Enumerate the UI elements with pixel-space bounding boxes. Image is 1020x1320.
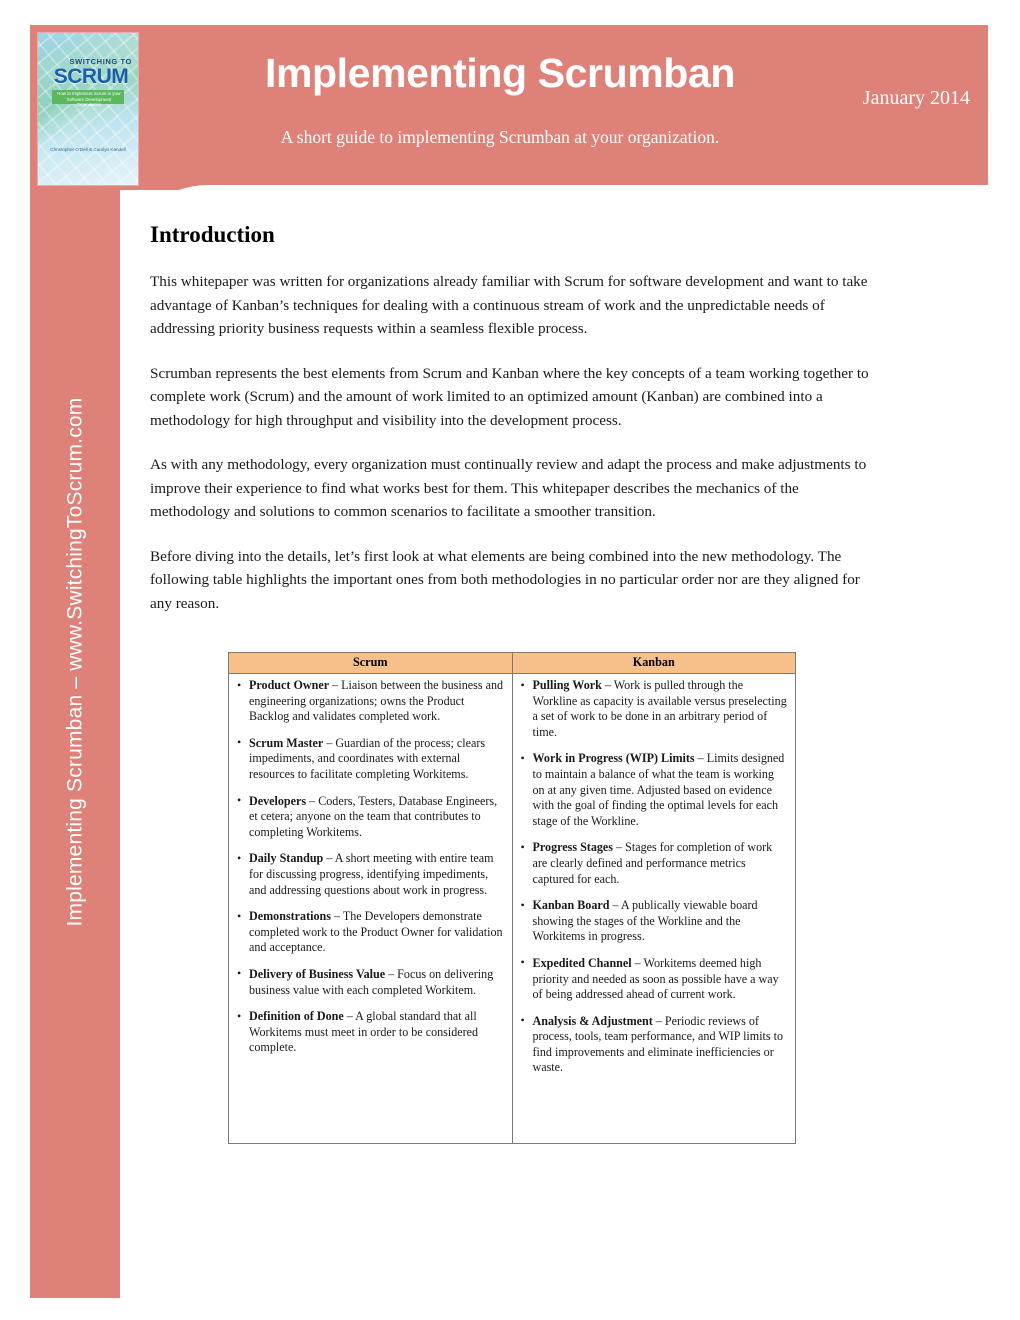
list-item-term: Expedited Channel xyxy=(532,955,632,970)
table-row: Product Owner – Liaison between the busi… xyxy=(228,673,796,1144)
cell-scrum-items: Product Owner – Liaison between the busi… xyxy=(228,673,513,1144)
scrum-item-list: Product Owner – Liaison between the busi… xyxy=(235,678,506,1056)
column-header-kanban: Kanban xyxy=(511,652,796,674)
list-item-term: Developers xyxy=(249,793,307,808)
list-item-term: Product Owner xyxy=(249,678,330,692)
intro-paragraph-4: Before diving into the details, let’s fi… xyxy=(150,547,860,612)
intro-paragraph-3: As with any methodology, every organizat… xyxy=(150,456,867,520)
kanban-item-list: Pulling Work – Work is pulled through th… xyxy=(519,677,790,1076)
list-item-term: Kanban Board xyxy=(532,898,610,913)
list-item: Scrum Master – Guardian of the process; … xyxy=(235,735,506,783)
page-title: Introduction xyxy=(150,222,275,247)
list-item: Kanban Board – A publically viewable boa… xyxy=(519,898,790,945)
column-header-scrum: Scrum xyxy=(228,652,513,674)
list-item-term: Progress Stages xyxy=(532,840,614,855)
list-item-term: Daily Standup xyxy=(249,851,324,866)
list-item: Delivery of Business Value – Focus on de… xyxy=(235,966,506,998)
list-item-term: Definition of Done xyxy=(249,1009,344,1024)
list-item: Definition of Done – A global standard t… xyxy=(235,1009,506,1056)
document-subtitle: A short guide to implementing Scrumban a… xyxy=(280,127,720,147)
table-header-row: Scrum Kanban xyxy=(228,652,796,674)
intro-paragraph-2: Scrumban represents the best elements fr… xyxy=(150,364,869,429)
document-page: SWITCHING TO SCRUM How to Implement Scru… xyxy=(0,0,1020,1320)
document-date: January 2014 xyxy=(862,87,970,109)
list-item-term: Analysis & Adjustment xyxy=(532,1013,653,1028)
list-item-term: Delivery of Business Value xyxy=(249,966,386,981)
list-item: Daily Standup – A short meeting with ent… xyxy=(235,851,506,898)
cell-kanban-items: Pulling Work – Work is pulled through th… xyxy=(511,673,796,1144)
list-item: Pulling Work – Work is pulled through th… xyxy=(519,677,790,740)
list-item-term: Pulling Work xyxy=(532,678,602,692)
intro-paragraph-1: This whitepaper was written for organiza… xyxy=(150,273,868,337)
list-item: Developers – Coders, Testers, Database E… xyxy=(235,793,506,841)
list-item-term: Scrum Master xyxy=(249,735,324,750)
list-item: Progress Stages – Stages for completion … xyxy=(519,840,790,887)
sidebar-vertical-text: Implementing Scrumban – www.SwitchingToS… xyxy=(30,25,120,1298)
scrum-kanban-comparison-table: Scrum Kanban Product Owner – Liaison bet… xyxy=(228,652,796,1144)
main-content: Introduction This whitepaper was written… xyxy=(150,222,880,636)
list-item-term: Demonstrations xyxy=(249,909,331,924)
list-item: Expedited Channel – Workitems deemed hig… xyxy=(519,955,790,1003)
list-item: Work in Progress (WIP) Limits – Limits d… xyxy=(519,751,790,829)
list-item: Product Owner – Liaison between the busi… xyxy=(235,678,506,725)
list-item-term: Work in Progress (WIP) Limits xyxy=(532,751,695,766)
list-item: Demonstrations – The Developers demonstr… xyxy=(235,909,506,956)
sidebar-vertical-label: Implementing Scrumban – www.SwitchingToS… xyxy=(63,397,86,926)
list-item: Analysis & Adjustment – Periodic reviews… xyxy=(519,1013,790,1076)
